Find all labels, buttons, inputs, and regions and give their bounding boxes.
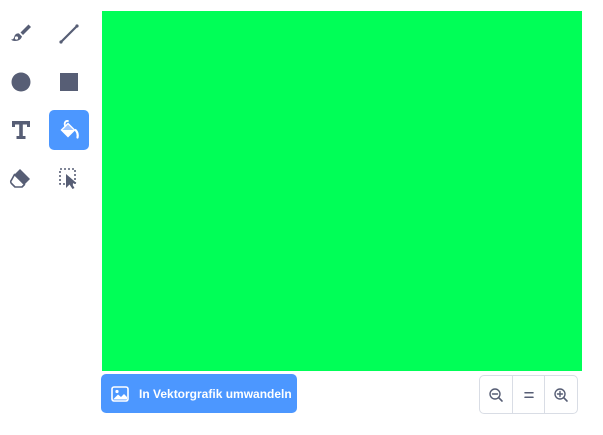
brush-icon (11, 24, 31, 41)
zoom-in-button[interactable] (544, 376, 577, 413)
line-tool[interactable] (49, 14, 89, 54)
circle-icon (11, 72, 31, 92)
eraser-tool[interactable] (1, 158, 41, 198)
circle-tool[interactable] (1, 62, 41, 102)
line-icon (59, 24, 79, 44)
text-tool[interactable] (1, 110, 41, 150)
eraser-icon (9, 169, 30, 188)
text-icon (12, 121, 30, 139)
convert-to-vector-button[interactable]: In Vektorgrafik umwandeln (101, 374, 297, 413)
rectangle-tool[interactable] (49, 62, 89, 102)
zoom-out-button[interactable] (480, 376, 512, 413)
zoom-reset-icon (523, 391, 534, 398)
select-tool[interactable] (49, 158, 89, 198)
convert-button-label: In Vektorgrafik umwandeln (139, 386, 292, 401)
select-icon (59, 168, 77, 189)
zoom-out-icon (489, 387, 503, 402)
paint-editor: In Vektorgrafik umwandeln (0, 0, 603, 435)
zoom-controls (479, 375, 578, 414)
fill-bucket-icon (60, 120, 79, 139)
paint-canvas[interactable] (102, 11, 582, 371)
fill-tool[interactable] (49, 110, 89, 150)
rectangle-icon (60, 73, 78, 91)
zoom-reset-button[interactable] (511, 376, 545, 413)
brush-tool[interactable] (1, 14, 41, 54)
image-icon (111, 385, 129, 402)
zoom-in-icon (554, 387, 568, 402)
